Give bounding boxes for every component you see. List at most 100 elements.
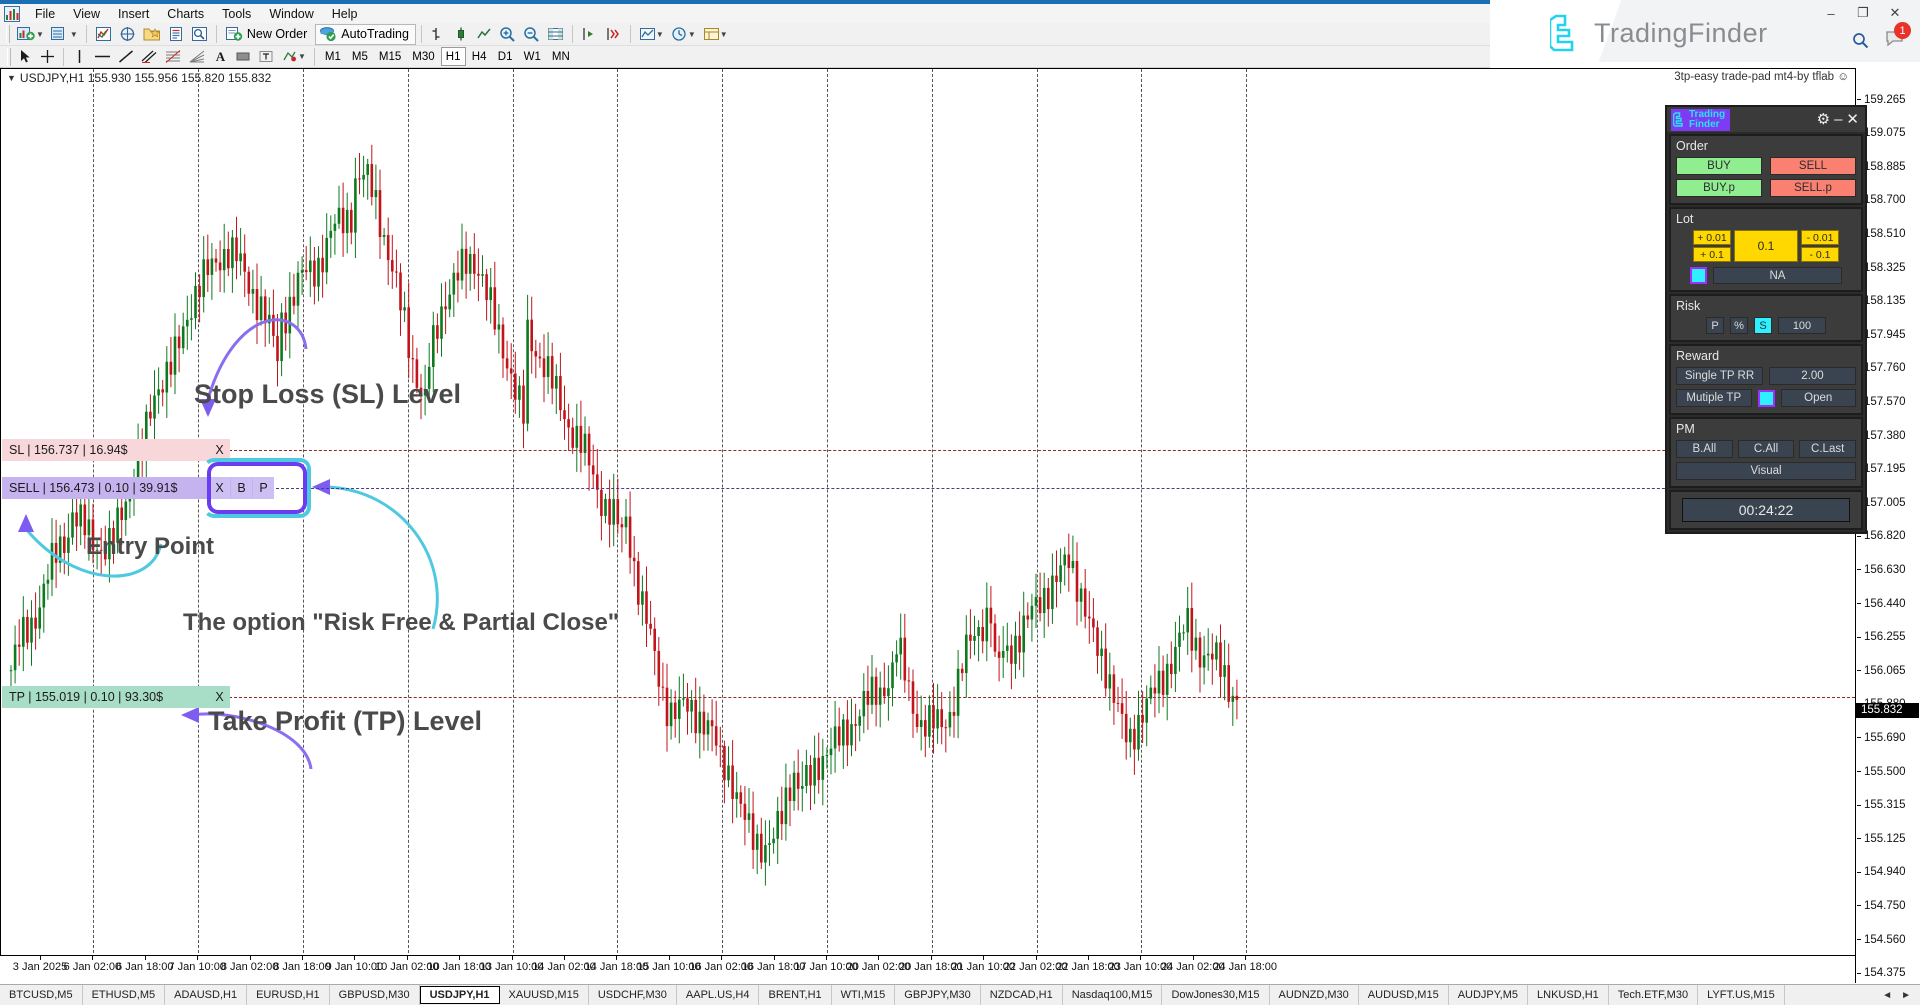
minimize-button[interactable]: – — [1816, 4, 1846, 22]
entry-partial-close-button[interactable]: P — [253, 477, 274, 499]
strategy-tester-icon[interactable] — [188, 24, 211, 45]
risk-mode-sum-button[interactable]: S — [1754, 317, 1772, 334]
sell-button[interactable]: SELL — [1770, 157, 1856, 175]
panel-close-button[interactable]: ✕ — [1846, 113, 1859, 127]
entry-close-button[interactable]: X — [209, 477, 230, 499]
risk-value-field[interactable]: 100 — [1778, 317, 1826, 334]
shift-chart-icon[interactable] — [578, 24, 601, 45]
timeframe-m5[interactable]: M5 — [347, 47, 373, 66]
chart-tab[interactable]: GBPUSD,M30 — [330, 985, 420, 1005]
chart-tab[interactable]: AAPL.US,H4 — [677, 985, 760, 1005]
chart-collapse-icon[interactable]: ▼ — [7, 73, 16, 83]
close-button[interactable]: ✕ — [1880, 4, 1910, 22]
chart-tab[interactable]: ETHUSD,M5 — [83, 985, 166, 1005]
chart-tab[interactable]: BTCUSD,M5 — [0, 985, 83, 1005]
breakeven-all-button[interactable]: B.All — [1676, 440, 1733, 458]
risk-mode-points-button[interactable]: P — [1706, 317, 1724, 334]
terminal-icon[interactable] — [165, 24, 187, 45]
fibonacci-retracement-icon[interactable] — [162, 46, 185, 67]
cursor-icon[interactable] — [15, 46, 36, 67]
lot-plus-small-button[interactable]: + 0.01 — [1693, 230, 1731, 245]
toolbar-grip[interactable] — [6, 25, 10, 43]
restore-button[interactable]: ❐ — [1848, 4, 1878, 22]
menu-item-window[interactable]: Window — [260, 5, 322, 23]
panel-controls[interactable]: ⚙ – ✕ — [1817, 113, 1861, 127]
arrow-text-icon[interactable] — [255, 46, 277, 67]
notifications-icon[interactable]: 1 — [1885, 30, 1904, 51]
panel-titlebar[interactable]: Trading Finder ⚙ – ✕ — [1667, 107, 1865, 132]
linetools-grip[interactable] — [7, 48, 11, 66]
horizontal-line-icon[interactable] — [91, 46, 114, 67]
equidistant-channel-icon[interactable] — [138, 46, 161, 67]
tab-prev-arrow[interactable]: ◄ — [1882, 990, 1892, 1001]
buy-button[interactable]: BUY — [1676, 157, 1762, 175]
stop-loss-close-button[interactable]: X — [209, 439, 230, 461]
arrows-icon[interactable]: ▼ — [278, 46, 309, 67]
window-controls[interactable]: – ❐ ✕ — [1816, 4, 1910, 22]
chart-tab[interactable]: USDCHF,M30 — [589, 985, 677, 1005]
text-icon[interactable]: A — [210, 46, 231, 67]
open-button[interactable]: Open — [1781, 389, 1857, 407]
menu-item-view[interactable]: View — [64, 5, 109, 23]
visual-button[interactable]: Visual — [1676, 462, 1856, 480]
lot-auto-toggle[interactable] — [1690, 267, 1707, 284]
timeframe-mn[interactable]: MN — [547, 47, 575, 66]
data-window-icon[interactable] — [116, 24, 139, 45]
chart-tab[interactable]: Nasdaq100,M15 — [1063, 985, 1163, 1005]
chart-tab[interactable]: USDJPY,H1 — [420, 986, 500, 1004]
search-icon[interactable] — [1852, 32, 1869, 49]
timeframe-h1[interactable]: H1 — [441, 47, 466, 66]
chart-tab[interactable]: GBPJPY,M30 — [895, 985, 980, 1005]
multiple-tp-toggle[interactable] — [1758, 390, 1775, 407]
menu-item-tools[interactable]: Tools — [213, 5, 260, 23]
fibonacci-fan-icon[interactable] — [186, 46, 209, 67]
take-profit-label[interactable]: TP | 155.019 | 0.10 | 93.30$ — [2, 686, 228, 708]
close-last-button[interactable]: C.Last — [1799, 440, 1856, 458]
candlestick-chart-icon[interactable] — [450, 24, 472, 45]
menu-item-insert[interactable]: Insert — [109, 5, 158, 23]
chart-tab[interactable]: Tech.ETF,M30 — [1609, 985, 1698, 1005]
single-tp-rr-button[interactable]: Single TP RR — [1676, 367, 1763, 385]
menu-item-help[interactable]: Help — [323, 5, 367, 23]
lot-minus-small-button[interactable]: - 0.01 — [1801, 230, 1839, 245]
chart-tab[interactable]: AUDJPY,M5 — [1449, 985, 1528, 1005]
chart-tab[interactable]: NZDCAD,H1 — [981, 985, 1063, 1005]
profiles-icon[interactable]: ▼ — [48, 24, 81, 45]
panel-minimize-button[interactable]: – — [1834, 113, 1842, 127]
line-chart-icon[interactable] — [473, 24, 495, 45]
new-chart-icon[interactable]: ▼ — [14, 24, 47, 45]
buy-pending-button[interactable]: BUY.p — [1676, 179, 1762, 197]
price-chart[interactable]: ▼ USDJPY,H1 155.930 155.956 155.820 155.… — [0, 68, 1855, 983]
chart-tab[interactable]: EURUSD,H1 — [247, 985, 330, 1005]
crosshair-icon[interactable] — [37, 46, 58, 67]
new-order-button[interactable]: New Order — [222, 24, 314, 45]
timeframe-m15[interactable]: M15 — [374, 47, 406, 66]
stop-loss-label[interactable]: SL | 156.737 | 16.94$ — [2, 439, 228, 461]
close-all-button[interactable]: C.All — [1738, 440, 1795, 458]
rr-value-field[interactable]: 2.00 — [1769, 367, 1856, 385]
multiple-tp-button[interactable]: Mutiple TP — [1676, 389, 1752, 407]
menu-item-charts[interactable]: Charts — [158, 5, 213, 23]
chart-tab[interactable]: XAUUSD,M15 — [500, 985, 589, 1005]
chart-tab[interactable]: BRENT,H1 — [759, 985, 831, 1005]
navigator-icon[interactable] — [140, 24, 164, 45]
timeframe-d1[interactable]: D1 — [493, 47, 518, 66]
time-scale[interactable]: 3 Jan 20256 Jan 02:006 Jan 18:007 Jan 10… — [0, 955, 1855, 983]
sell-pending-button[interactable]: SELL.p — [1770, 179, 1856, 197]
lot-minus-big-button[interactable]: - 0.1 — [1801, 247, 1839, 262]
indicators-icon[interactable]: ▼ — [636, 24, 667, 45]
header-icons[interactable]: 1 — [1852, 30, 1904, 51]
chart-tab[interactable]: LNKUSD,H1 — [1528, 985, 1609, 1005]
chart-tab[interactable]: AUDUSD,M15 — [1359, 985, 1449, 1005]
timeframe-m1[interactable]: M1 — [320, 47, 346, 66]
timeframe-w1[interactable]: W1 — [519, 47, 546, 66]
lot-plus-big-button[interactable]: + 0.1 — [1693, 247, 1731, 262]
entry-breakeven-button[interactable]: B — [231, 477, 252, 499]
text-label-icon[interactable] — [232, 46, 254, 67]
zoom-in-icon[interactable] — [496, 24, 519, 45]
autotrading-button[interactable]: AutoTrading — [315, 24, 416, 45]
chart-tab[interactable]: WTI,M15 — [832, 985, 896, 1005]
chart-tab[interactable]: LYFT.US,M15 — [1698, 985, 1785, 1005]
panel-settings-button[interactable]: ⚙ — [1817, 113, 1830, 127]
trade-pad-panel[interactable]: Trading Finder ⚙ – ✕ Order BUY SELL BUY.… — [1665, 105, 1867, 534]
